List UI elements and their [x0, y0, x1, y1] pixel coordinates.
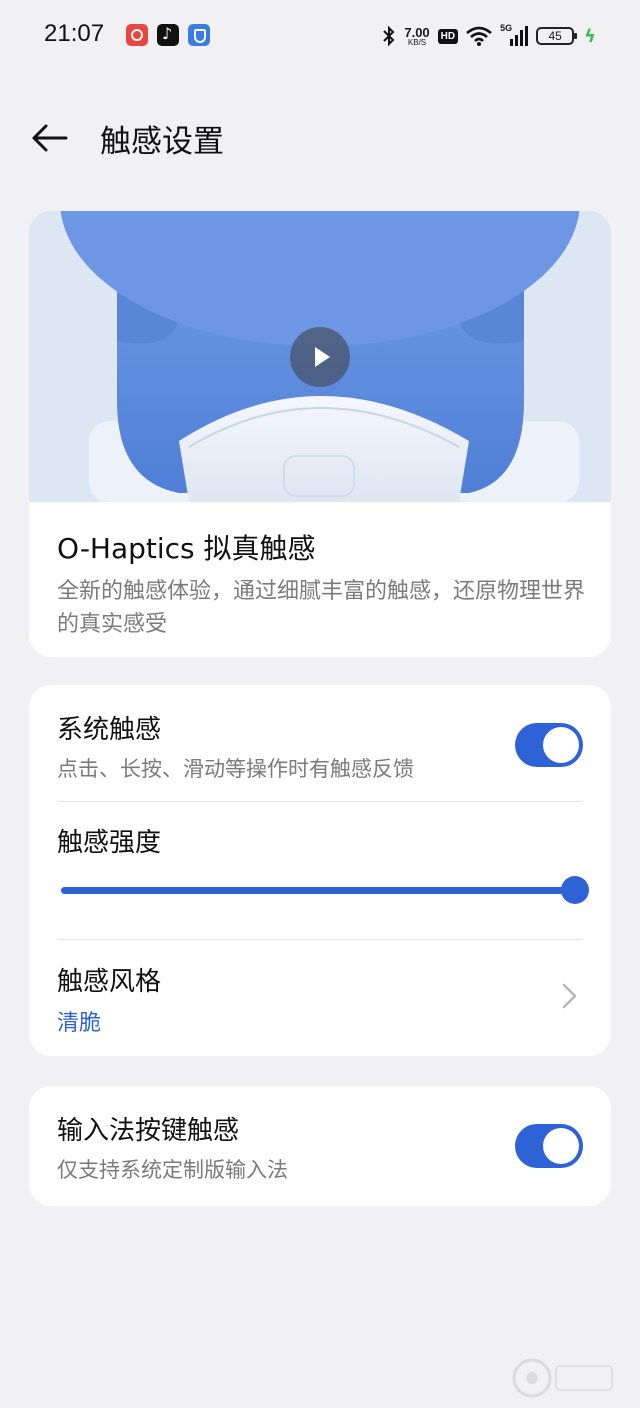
haptics-intensity-title: 触感强度: [57, 828, 162, 858]
haptics-intensity-slider-thumb[interactable]: [561, 876, 589, 904]
haptics-intro-title: O-Haptics 拟真触感: [57, 532, 316, 565]
haptics-settings-card: 系统触感 点击、长按、滑动等操作时有触感反馈 触感强度 触感风格 清脆: [29, 685, 611, 1056]
haptics-intensity-slider-fill: [61, 887, 575, 894]
ime-haptics-title: 输入法按键触感: [57, 1116, 240, 1146]
divider: [57, 801, 583, 802]
network-speed: 7.00 KB/S: [404, 26, 429, 47]
battery-icon: 45: [536, 27, 578, 45]
wifi-icon: [466, 26, 492, 46]
tiktok-notification-icon: [157, 24, 179, 46]
haptics-intro-card: O-Haptics 拟真触感 全新的触感体验，通过细腻丰富的触感，还原物理世界的…: [29, 211, 611, 657]
system-haptics-subtitle: 点击、长按、滑动等操作时有触感反馈: [57, 757, 414, 781]
system-haptics-title: 系统触感: [57, 715, 162, 745]
divider: [57, 939, 583, 940]
bluetooth-icon: [383, 25, 395, 47]
back-button[interactable]: [28, 118, 72, 158]
status-bar: 21:07 7.00 KB/S HD 5G 45: [0, 0, 640, 72]
haptics-demo-video[interactable]: [29, 211, 611, 502]
haptics-intensity-slider[interactable]: [61, 887, 575, 894]
system-haptics-toggle[interactable]: [515, 723, 583, 767]
play-video-button[interactable]: [290, 327, 350, 387]
hd-badge: HD: [437, 28, 459, 44]
cellular-signal-icon: 5G: [500, 23, 529, 47]
page-title: 触感设置: [100, 124, 224, 160]
network-speed-unit: KB/S: [407, 37, 427, 47]
app-header: 触感设置: [0, 100, 640, 176]
app-notification-icon: [126, 24, 148, 46]
ime-haptics-card: 输入法按键触感 仅支持系统定制版输入法: [29, 1086, 611, 1206]
status-indicators: 7.00 KB/S HD 5G 45 ϟ: [382, 22, 596, 50]
chevron-right-icon: [562, 983, 577, 1009]
arrow-left-icon: [32, 124, 68, 152]
haptics-intro-description: 全新的触感体验，通过细腻丰富的触感，还原物理世界的真实感受: [57, 579, 586, 637]
battery-level: 45: [548, 29, 562, 43]
charging-icon: ϟ: [584, 25, 596, 47]
ime-haptics-toggle[interactable]: [515, 1124, 583, 1168]
network-speed-value: 7.00: [404, 24, 430, 40]
ime-haptics-subtitle: 仅支持系统定制版输入法: [57, 1158, 288, 1182]
haptics-style-value: 清脆: [57, 1011, 102, 1036]
haptics-style-title: 触感风格: [57, 967, 162, 997]
security-notification-icon: [188, 24, 210, 46]
status-time: 21:07: [44, 20, 105, 47]
watermark-logo: [512, 1358, 613, 1398]
